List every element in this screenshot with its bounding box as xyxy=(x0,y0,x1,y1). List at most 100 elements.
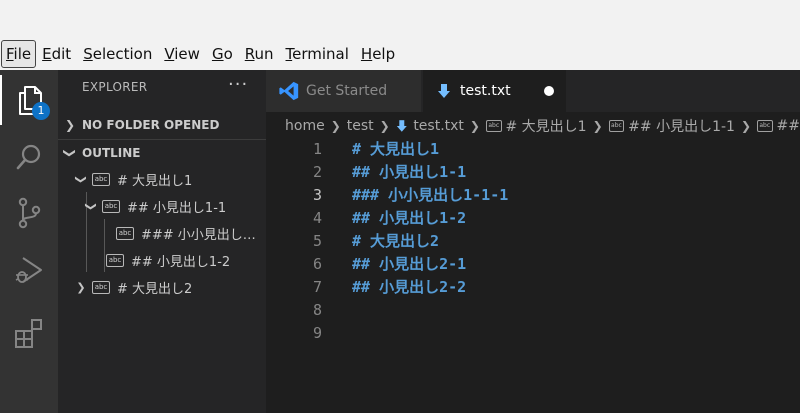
menu-file[interactable]: File xyxy=(1,40,37,68)
editor[interactable]: 1 # 大見出し1 2 ## 小見出し1-1 3 ### 小小見出し1-1-1 … xyxy=(266,140,800,413)
outline-item-label: ### 小小見出し… xyxy=(141,227,256,243)
chevron-right-icon: ❯ xyxy=(592,119,603,133)
menu-file-mnemonic: F xyxy=(6,45,14,63)
line-text[interactable]: # 大見出し1 xyxy=(352,138,439,161)
extensions-icon xyxy=(15,319,42,348)
line-number: 7 xyxy=(312,278,322,296)
string-symbol-icon: abc xyxy=(106,253,124,267)
menu-file-label: ile xyxy=(13,45,32,63)
explorer-title: EXPLORER xyxy=(82,80,148,94)
tab-get-started[interactable]: Get Started xyxy=(266,70,421,112)
menu-selection-label: election xyxy=(92,45,153,63)
string-symbol-icon: abc xyxy=(92,172,110,186)
line-text[interactable]: ## 小見出し2-1 xyxy=(352,253,466,276)
activity-bar: 1 xyxy=(0,70,58,413)
menu-edit-label: dit xyxy=(51,45,72,63)
line-text[interactable]: ### 小小見出し1-1-1 xyxy=(352,184,508,207)
tab-test-txt[interactable]: test.txt xyxy=(423,70,566,112)
menu-run-label: un xyxy=(254,45,274,63)
chevron-right-icon: ❯ xyxy=(379,119,390,133)
tab-label: test.txt xyxy=(460,83,511,99)
activity-search[interactable] xyxy=(0,132,58,182)
outline-item-label: # 大見出し2 xyxy=(117,281,193,297)
editor-line[interactable]: 5 # 大見出し2 xyxy=(266,230,800,253)
editor-line[interactable]: 1 # 大見出し1 xyxy=(266,138,800,161)
menu-help[interactable]: Help xyxy=(355,40,401,68)
menu-view-label: iew xyxy=(174,45,200,63)
line-text[interactable]: # 大見出し2 xyxy=(352,230,439,253)
run-debug-icon xyxy=(15,257,42,283)
line-text[interactable]: ## 小見出し1-1 xyxy=(352,161,466,184)
menu-selection-mnemonic: S xyxy=(83,45,93,63)
no-folder-label: NO FOLDER OPENED xyxy=(82,118,220,132)
outline-item-label: ## 小見出し1-1 xyxy=(127,200,227,216)
menu-run-mnemonic: R xyxy=(244,45,255,63)
line-number: 6 xyxy=(312,255,322,273)
editor-line[interactable]: 4 ## 小見出し1-2 xyxy=(266,207,800,230)
editor-line[interactable]: 7 ## 小見出し2-2 xyxy=(266,276,800,299)
chevron-right-icon: ❯ xyxy=(76,280,86,294)
chevron-right-icon: ❯ xyxy=(469,119,480,133)
editor-line[interactable]: 6 ## 小見出し2-1 xyxy=(266,253,800,276)
menu-selection[interactable]: Selection xyxy=(77,40,158,68)
outline-item[interactable]: abc ### 小小見出し… xyxy=(116,220,256,246)
outline-section[interactable]: ❯ OUTLINE xyxy=(58,139,266,165)
explorer-badge: 1 xyxy=(32,102,50,120)
outline-item[interactable]: abc ## 小見出し1-2 xyxy=(106,247,230,273)
activity-explorer[interactable]: 1 xyxy=(0,75,58,125)
string-symbol-icon: abc xyxy=(92,280,110,294)
line-number: 3 xyxy=(312,186,322,204)
line-number: 8 xyxy=(312,301,322,319)
outline-item-label: # 大見出し1 xyxy=(117,173,193,189)
activity-run-debug[interactable] xyxy=(0,245,58,295)
breadcrumb-file[interactable]: test.txt xyxy=(413,118,464,134)
menu-go[interactable]: Go xyxy=(206,40,239,68)
menu-edit[interactable]: Edit xyxy=(36,40,77,68)
chevron-down-icon: ❯ xyxy=(84,201,98,211)
editor-line[interactable]: 9 xyxy=(266,322,800,345)
more-actions-button[interactable]: ··· xyxy=(228,74,248,95)
menu-view-mnemonic: V xyxy=(164,45,175,63)
activity-source-control[interactable] xyxy=(0,188,58,238)
menu-view[interactable]: View xyxy=(158,40,206,68)
outline-label: OUTLINE xyxy=(82,145,141,160)
editor-line[interactable]: 2 ## 小見出し1-1 xyxy=(266,161,800,184)
menu-bar: File Edit Selection View Go Run Terminal… xyxy=(0,0,800,70)
tab-label: Get Started xyxy=(306,83,388,99)
tab-bar: Get Started test.txt xyxy=(266,70,800,112)
line-number: 4 xyxy=(312,209,322,227)
outline-item[interactable]: ❯ abc # 大見出し2 xyxy=(74,274,192,300)
indent-guide xyxy=(104,219,105,272)
outline-item[interactable]: ❯ abc # 大見出し1 xyxy=(74,166,192,192)
chevron-down-icon: ❯ xyxy=(74,174,88,184)
line-number: 2 xyxy=(312,163,322,181)
chevron-right-icon: ❯ xyxy=(64,118,76,132)
breadcrumb-symbol[interactable]: ## 小見出し1-1 xyxy=(628,116,735,136)
string-symbol-icon: abc xyxy=(608,120,625,132)
string-symbol-icon: abc xyxy=(757,120,773,132)
chevron-right-icon: ❯ xyxy=(330,119,341,133)
no-folder-section[interactable]: ❯ NO FOLDER OPENED xyxy=(58,112,266,138)
breadcrumb-symbol[interactable]: ## xyxy=(777,118,800,134)
menu-run[interactable]: Run xyxy=(239,40,280,68)
string-symbol-icon: abc xyxy=(485,120,502,132)
unsaved-dot-icon[interactable] xyxy=(544,86,554,96)
download-arrow-icon xyxy=(396,120,407,132)
outline-item[interactable]: ❯ abc ## 小見出し1-1 xyxy=(84,193,226,219)
line-text[interactable]: ## 小見出し1-2 xyxy=(352,207,466,230)
download-arrow-icon xyxy=(438,84,450,98)
breadcrumb-symbol[interactable]: # 大見出し1 xyxy=(506,116,587,136)
editor-line[interactable]: 8 xyxy=(266,299,800,322)
line-text[interactable]: ## 小見出し2-2 xyxy=(352,276,466,299)
menu-items: File Edit Selection View Go Run Terminal… xyxy=(0,40,401,68)
activity-extensions[interactable] xyxy=(0,308,58,358)
menu-help-mnemonic: H xyxy=(360,45,373,63)
vscode-logo-icon xyxy=(279,81,299,101)
string-symbol-icon: abc xyxy=(102,199,120,213)
menu-terminal[interactable]: Terminal xyxy=(280,40,355,68)
editor-line-current[interactable]: 3 ### 小小見出し1-1-1 xyxy=(266,184,800,207)
breadcrumb-home[interactable]: home xyxy=(285,118,325,134)
chevron-right-icon: ❯ xyxy=(740,119,752,133)
menu-terminal-label: erminal xyxy=(292,45,349,63)
breadcrumb-folder[interactable]: test xyxy=(347,118,374,134)
